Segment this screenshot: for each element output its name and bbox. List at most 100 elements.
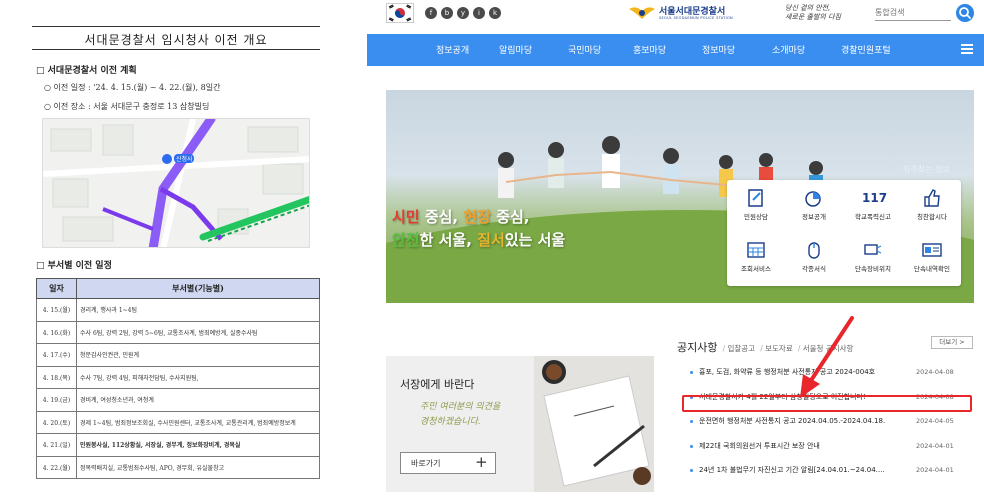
mouse-icon — [808, 242, 820, 259]
bullet-icon — [690, 469, 693, 472]
hero-text: 있는 서울 — [504, 231, 566, 249]
quick-links-title: 자주찾는 정보 — [903, 165, 950, 174]
bullet-icon — [690, 444, 693, 448]
id-card-icon — [922, 243, 942, 257]
table-cell-depts: 경비계, 여성청소년과, 여청계 — [76, 388, 320, 412]
ceo-request-title: 서장에게 바란다 — [400, 378, 475, 391]
hero-word-order: 질서 — [477, 231, 505, 249]
notice-item-title[interactable]: 24년 1차 불법무기 자진신고 기간 알림[24.04.01.~24.04.… — [699, 465, 899, 475]
table-cell-depts: 경제 1~4팀, 범죄정보조회실, 수사민원센터, 교통조사계, 교통관리계, … — [76, 410, 320, 434]
sns-instagram-icon[interactable]: i — [473, 7, 485, 19]
desk-illustration — [534, 356, 654, 492]
table-row: 4. 16.(화) 수사 6팀, 강력 2팀, 강력 5~6팀, 교통조사계, 범… — [36, 320, 320, 344]
highlight-box — [682, 395, 972, 412]
list-item[interactable]: 24년 1차 불법무기 자진신고 기간 알림[24.04.01.~24.04.…… — [677, 458, 977, 483]
dept-schedule-table: 일자 부서별(기능별) 4. 15.(월) 경리계, 행사과 1~4팀 4. 16… — [36, 278, 320, 479]
hero-text: 한 서울, — [419, 231, 478, 249]
hero-word-safety: 안전 — [392, 231, 420, 249]
table-cell-date: 4. 22.(월) — [36, 455, 77, 479]
quick-forms[interactable]: 각종서식 — [785, 234, 843, 284]
ceo-request-message: 주민 여러분의 의견을 경청하겠습니다. — [420, 400, 500, 430]
tab-seoul-notices[interactable]: 서울청 공지사항 — [803, 344, 854, 353]
notice-item-date: 2024-04-01 — [916, 441, 954, 450]
list-item[interactable]: 흉포, 도검, 화약류 등 행정처분 사전통지 공고 2024-004호 2024… — [677, 360, 977, 385]
logo-subtitle: SEOUL SEODAEMUN POLICE STATION — [659, 16, 733, 20]
hamburger-menu-icon[interactable] — [961, 44, 973, 54]
table-cell-date: 4. 15.(월) — [36, 298, 77, 322]
notice-item-title[interactable]: 운전면허 행정처분 사전통지 공고 2024.04.05.-2024.04.18… — [699, 416, 899, 426]
hero-slogan: 시민 중심, 현장 중심, 안전한 서울, 질서있는 서울 — [392, 206, 565, 252]
ceo-request-card: 서장에게 바란다 주민 여러분의 의견을 경청하겠습니다. 바로가기 + — [386, 356, 654, 492]
quick-info-disclosure[interactable]: 정보공개 — [785, 182, 843, 232]
pencil-note-icon — [748, 189, 763, 207]
quick-links-panel: 민원상담 정보공개 117 학교폭력신고 칭찬합시다 조회서비스 각종서식 단속… — [727, 180, 961, 286]
slogan-calligraphy: 당신 곁의 안전, 새로운 출발의 다짐 — [785, 4, 841, 22]
ceo-message-line2: 경청하겠습니다. — [420, 417, 481, 427]
go-to-button[interactable]: 바로가기 + — [400, 452, 496, 474]
table-row: 4. 15.(월) 경리계, 행사과 1~4팀 — [36, 298, 320, 322]
table-cell-depts: 경리계, 행사과 1~4팀 — [76, 298, 320, 322]
notice-item-date: 2024-04-05 — [916, 417, 954, 425]
sns-facebook-icon[interactable]: f — [425, 7, 437, 19]
nav-information[interactable]: 정보마당 — [702, 43, 735, 56]
table-cell-depts: 정복력배치실, 교통범죄수사팀, APO, 경무회, 유실물창고 — [76, 455, 320, 479]
notice-item-date: 2024-04-01 — [916, 466, 954, 474]
tab-press[interactable]: 보도자료 — [765, 344, 793, 353]
table-cell-date: 4. 17.(수) — [36, 343, 77, 367]
list-item[interactable]: 제22대 국회의원선거 투표시간 보장 안내 2024-04-01 — [677, 434, 977, 459]
more-button[interactable]: 더보기 > — [931, 336, 973, 349]
quick-lookup-service[interactable]: 조회서비스 — [727, 234, 785, 284]
notice-title[interactable]: 공지사항 — [677, 341, 717, 354]
police-website: f b y i k 서울서대문경찰서 SEOUL SEODAEMUN POLIC… — [367, 0, 984, 500]
plus-icon: + — [475, 453, 488, 471]
table-header-date: 일자 — [36, 278, 77, 299]
quick-praise[interactable]: 칭찬합시다 — [903, 182, 961, 232]
tab-bids[interactable]: 입찰공고 — [728, 344, 756, 353]
notice-item-date: 2024-04-08 — [916, 368, 954, 376]
notice-header: 공지사항 / 입찰공고 / 보도자료 / 서울청 공지사항 — [677, 341, 854, 354]
nav-civil-portal[interactable]: 경찰민원포털 — [841, 43, 891, 56]
nav-citizens[interactable]: 국민마당 — [568, 43, 601, 56]
quick-violation-check[interactable]: 단속내역확인 — [903, 234, 961, 284]
table-row: 4. 22.(월) 정복력배치실, 교통범죄수사팀, APO, 경무회, 유실물창… — [36, 455, 320, 479]
table-row: 4. 19.(금) 경비계, 여성청소년과, 여청계 — [36, 388, 320, 412]
quick-school-violence[interactable]: 117 학교폭력신고 — [844, 182, 902, 232]
dept-schedule-heading: □ 부서별 이전 일정 — [36, 261, 112, 271]
schedule-line: ○ 이전 일정 : '24. 4. 15.(월) ~ 4. 22.(월), 8일… — [44, 83, 221, 92]
location-map: 신청사 — [42, 118, 310, 248]
sns-youtube-icon[interactable]: y — [457, 7, 469, 19]
table-cell-depts: 청문감사인권관, 민원계 — [76, 343, 320, 367]
sns-kakao-icon[interactable]: k — [489, 7, 501, 19]
nav-pr[interactable]: 홍보마당 — [633, 43, 666, 56]
hero-word-field: 현장 — [463, 208, 491, 226]
document-title-bar: 서대문경찰서 임시청사 이전 개요 — [32, 26, 320, 50]
table-cell-depts: 수사 7팀, 강력 4팀, 피해자전담팀, 수사지원팀, — [76, 365, 320, 389]
ceo-message-line1: 주민 여러분의 의견을 — [420, 402, 501, 412]
table-cell-depts: 민원봉사실, 112상황실, 서장실, 경무계, 정보화장비계, 경목실 — [76, 433, 320, 457]
table-row: 4. 18.(목) 수사 7팀, 강력 4팀, 피해자전담팀, 수사지원팀, — [36, 365, 320, 389]
document-title: 서대문경찰서 임시청사 이전 개요 — [84, 33, 268, 47]
quick-civil-consult[interactable]: 민원상담 — [727, 182, 785, 232]
quick-camera-location[interactable]: 단속장비위치 — [844, 234, 902, 284]
hero-text: 중심, — [419, 208, 464, 226]
table-cell-date: 4. 19.(금) — [36, 388, 77, 412]
bullet-icon — [690, 371, 693, 374]
number-117-icon: 117 — [862, 191, 888, 205]
nav-about[interactable]: 소개마당 — [772, 43, 805, 56]
notice-list: 흉포, 도검, 화약류 등 행정처분 사전통지 공고 2024-004호 2024… — [677, 360, 977, 483]
search-input[interactable] — [875, 5, 951, 21]
bullet-icon — [690, 420, 693, 423]
police-emblem-icon — [629, 7, 655, 19]
notice-item-title[interactable]: 흉포, 도검, 화약류 등 행정처분 사전통지 공고 2024-004호 — [699, 367, 899, 377]
list-item[interactable]: 운전면허 행정처분 사전통지 공고 2024.04.05.-2024.04.18… — [677, 409, 977, 434]
chart-icon — [805, 191, 821, 207]
nav-info-disclosure[interactable]: 정보공개 — [436, 43, 469, 56]
hero-word-citizen: 시민 — [392, 208, 420, 226]
search-button[interactable] — [956, 4, 974, 22]
relocation-plan-heading: □ 서대문경찰서 이전 계획 — [36, 66, 137, 76]
notice-item-title[interactable]: 제22대 국회의원선거 투표시간 보장 안내 — [699, 441, 899, 451]
table-row: 4. 21.(일) 민원봉사실, 112상황실, 서장실, 경무계, 정보화장비계… — [36, 433, 320, 457]
sns-blog-icon[interactable]: b — [441, 7, 453, 19]
nav-notices[interactable]: 알림마당 — [499, 43, 532, 56]
slogan-line1: 당신 곁의 안전, — [785, 4, 831, 12]
